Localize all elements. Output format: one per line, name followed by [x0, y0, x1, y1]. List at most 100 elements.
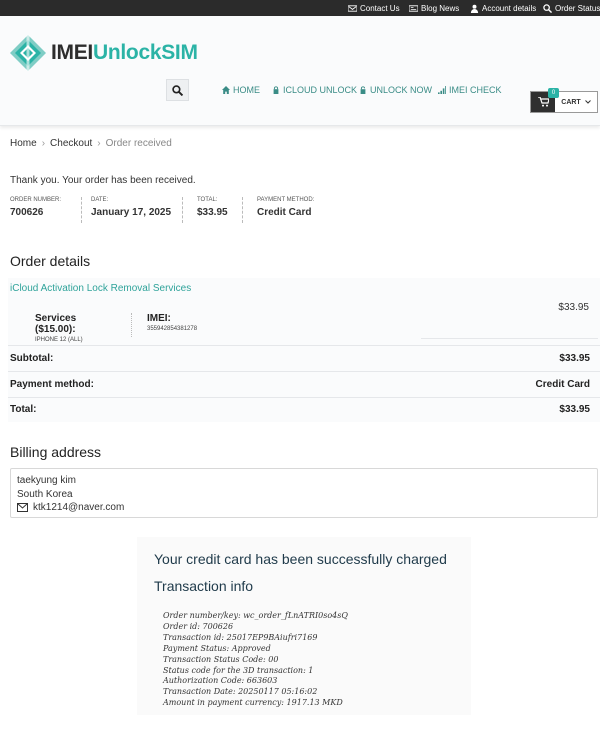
order-date-item: DATE: January 17, 2025: [91, 197, 183, 223]
divider: [421, 338, 598, 339]
blog-news-label: Blog News: [421, 3, 460, 13]
subtotal-row: Subtotal: $33.95: [10, 353, 590, 364]
blog-news-link[interactable]: Blog News: [409, 0, 459, 16]
order-status-label: Order Status: [555, 3, 600, 13]
payment-method-row-label: Payment method:: [10, 379, 94, 390]
top-bar: Contact Us Blog News Account details Ord…: [0, 0, 600, 16]
nav-home[interactable]: HOME: [222, 85, 260, 95]
transaction-line: Payment Status: Approved: [163, 643, 271, 653]
thank-you-message: Thank you. Your order has been received.: [10, 175, 196, 186]
logo-wordmark: IMEIUnlockSIM: [51, 41, 198, 65]
billing-address-title: Billing address: [10, 444, 102, 460]
cart-label: CART: [561, 98, 581, 106]
product-price: $33.95: [558, 302, 589, 313]
transaction-info-title: Transaction info: [154, 578, 254, 594]
billing-name: taekyung kim: [17, 475, 76, 486]
billing-email[interactable]: ktk1214@naver.com: [33, 501, 124, 515]
order-details-title: Order details: [10, 253, 91, 269]
order-number-label: ORDER NUMBER:: [10, 197, 62, 203]
cart-count-badge: 0: [548, 88, 559, 98]
nav-unlock-now[interactable]: UNLOCK NOW: [359, 85, 432, 95]
transaction-line: Order id: 700626: [163, 621, 234, 631]
payment-method-label: PAYMENT METHOD:: [257, 197, 315, 203]
unlock-icon: [360, 86, 366, 94]
chevron-down-icon: [584, 100, 591, 104]
header-search-button[interactable]: [166, 79, 189, 101]
nav-home-label: HOME: [233, 85, 260, 95]
breadcrumb-checkout[interactable]: Checkout: [50, 138, 92, 149]
total-label: Total:: [10, 404, 37, 415]
transaction-line: Order number/key: wc_order_fLnATRI0so4sQ: [163, 611, 348, 620]
breadcrumb-home[interactable]: Home: [10, 138, 37, 149]
order-date-value: January 17, 2025: [91, 207, 172, 218]
total-value: $33.95: [559, 404, 590, 415]
payment-method-value: Credit Card: [257, 207, 312, 218]
order-number-item: ORDER NUMBER: 700626: [10, 197, 82, 223]
transaction-line: Transaction Date: 20250117 05:16:02: [163, 687, 318, 697]
nav-unlock-now-label: UNLOCK NOW: [370, 85, 433, 95]
divider: [8, 345, 600, 346]
billing-country: South Korea: [17, 488, 73, 500]
imei-value: 355942854381278: [147, 326, 198, 332]
subtotal-label: Subtotal:: [10, 353, 54, 364]
logo-part-2: UnlockSIM: [92, 41, 198, 64]
payment-method-row: Payment method: Credit Card: [10, 379, 590, 390]
cart-icon: [537, 97, 549, 107]
payment-method-item: PAYMENT METHOD: Credit Card: [257, 197, 347, 223]
newspaper-icon: [409, 4, 418, 12]
site-header: IMEIUnlockSIM HOME ICLOUD UNLOCK UNLOCK …: [0, 16, 600, 126]
order-number-value: 700626: [10, 207, 44, 218]
transaction-line: Transaction Status Code: 00: [163, 654, 279, 664]
breadcrumb-current: Order received: [105, 138, 172, 149]
imei-meta: IMEI: 355942854381278: [147, 313, 197, 337]
transaction-line: Transaction id: 25017EP9BAiufri7169: [163, 632, 318, 642]
order-details-table: [8, 278, 600, 422]
cart-button[interactable]: CART: [530, 91, 598, 113]
transaction-line: Authorization Code: 663603: [163, 676, 278, 686]
contact-us-label: Contact Us: [360, 3, 400, 13]
nav-imei-check-label: IMEI CHECK: [449, 85, 502, 95]
contact-us-link[interactable]: Contact Us: [348, 0, 400, 16]
account-details-label: Account details: [482, 3, 537, 13]
breadcrumb-separator: ›: [97, 138, 101, 149]
total-row: Total: $33.95: [10, 404, 590, 415]
search-icon: [172, 84, 183, 96]
order-total-value: $33.95: [197, 207, 228, 218]
search-icon: [543, 3, 552, 13]
services-value: IPHONE 12 (ALL): [35, 337, 83, 343]
site-logo[interactable]: IMEIUnlockSIM: [9, 34, 198, 72]
home-icon: [222, 86, 230, 94]
transaction-panel: Your credit card has been successfully c…: [137, 537, 471, 715]
cart-label-wrap: CART: [555, 92, 597, 112]
nav-icloud-unlock[interactable]: ICLOUD UNLOCK: [272, 85, 357, 95]
envelope-icon: [348, 4, 357, 12]
order-date-label: DATE:: [91, 197, 109, 203]
divider: [8, 371, 600, 372]
breadcrumb-separator: ›: [41, 138, 46, 149]
transaction-details: Order number/key: wc_order_fLnATRI0so4sQ…: [163, 611, 348, 709]
order-total-label: TOTAL:: [197, 197, 218, 203]
lock-icon: [273, 86, 279, 94]
divider: [8, 397, 600, 398]
charged-message: Your credit card has been successfully c…: [154, 551, 447, 567]
services-meta: Services ($15.00): IPHONE 12 (ALL): [35, 313, 132, 343]
transaction-line: Status code for the 3D transaction: 1: [163, 665, 314, 675]
logo-diamond-icon: [10, 35, 46, 71]
signal-icon: [438, 86, 446, 94]
payment-method-row-value: Credit Card: [535, 379, 590, 390]
subtotal-value: $33.95: [559, 353, 590, 364]
services-label: Services ($15.00):: [35, 313, 77, 335]
logo-part-1: IMEI: [51, 41, 93, 64]
billing-address-box: taekyung kim South Korea ktk1214@naver.c…: [10, 468, 598, 518]
billing-email-line: ktk1214@naver.com: [17, 501, 591, 515]
order-status-link[interactable]: Order Status: [543, 0, 600, 16]
mail-icon: [17, 503, 28, 513]
nav-icloud-unlock-label: ICLOUD UNLOCK: [283, 85, 358, 95]
user-icon: [470, 4, 479, 13]
imei-label: IMEI:: [147, 313, 171, 324]
account-details-link[interactable]: Account details: [470, 0, 536, 16]
nav-imei-check[interactable]: IMEI CHECK: [438, 85, 502, 95]
product-link[interactable]: iCloud Activation Lock Removal Services: [10, 283, 191, 294]
transaction-line: Amount in payment currency: 1917.13 MKD: [163, 698, 343, 708]
breadcrumb: Home › Checkout › Order received: [10, 138, 172, 149]
